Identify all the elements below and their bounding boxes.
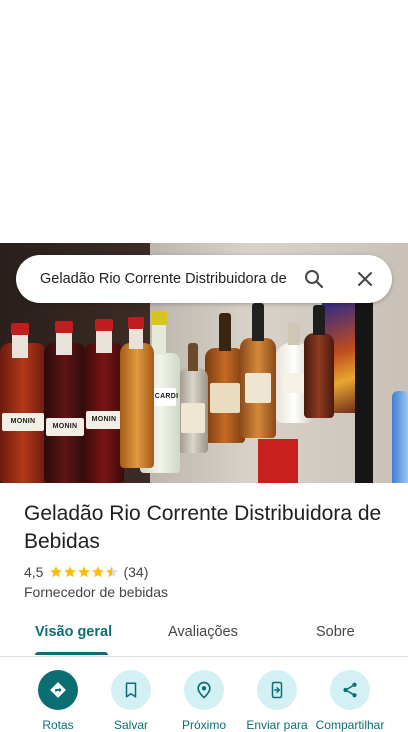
rating-value: 4,5: [24, 564, 44, 580]
bottle: [120, 343, 154, 468]
star-icon: [92, 566, 105, 578]
bottle-label: MONIN: [46, 418, 84, 436]
search-input[interactable]: Geladão Rio Corrente Distribuidora de Be…: [40, 270, 290, 290]
rating-row[interactable]: 4,5 (34): [24, 563, 148, 581]
share-label: Compartilhar: [315, 718, 385, 732]
bookmark-icon: [111, 670, 151, 710]
bottle: [304, 333, 334, 418]
send-to-phone-icon: [257, 670, 297, 710]
bottle-label: MONIN: [86, 411, 122, 429]
share-icon: [330, 670, 370, 710]
nearby-icon: [184, 670, 224, 710]
bottle: [392, 391, 408, 483]
tab-bar: Visão geral Avaliações Sobre: [0, 614, 408, 657]
star-icon: [64, 566, 77, 578]
map-area[interactable]: [0, 0, 408, 243]
active-tab-indicator: [35, 652, 108, 655]
star-half-icon: [106, 566, 119, 578]
review-count[interactable]: (34): [123, 564, 148, 580]
tab-about[interactable]: Sobre: [316, 624, 355, 640]
star-icon: [78, 566, 91, 578]
tab-overview[interactable]: Visão geral: [35, 624, 112, 640]
search-bar[interactable]: Geladão Rio Corrente Distribuidora de Be…: [16, 255, 392, 303]
tab-reviews[interactable]: Avaliações: [168, 624, 238, 640]
bottle-label: MONIN: [2, 413, 44, 431]
directions-icon: [38, 670, 78, 710]
bottle: [44, 343, 86, 483]
star-icon: [50, 566, 63, 578]
close-icon[interactable]: [353, 267, 377, 291]
red-box: [258, 439, 298, 483]
search-icon[interactable]: [302, 267, 326, 291]
rating-stars: [49, 565, 119, 579]
share-button[interactable]: Compartilhar: [316, 670, 400, 732]
place-category: Fornecedor de bebidas: [24, 584, 168, 600]
place-title: Geladão Rio Corrente Distribuidora de Be…: [24, 502, 382, 553]
